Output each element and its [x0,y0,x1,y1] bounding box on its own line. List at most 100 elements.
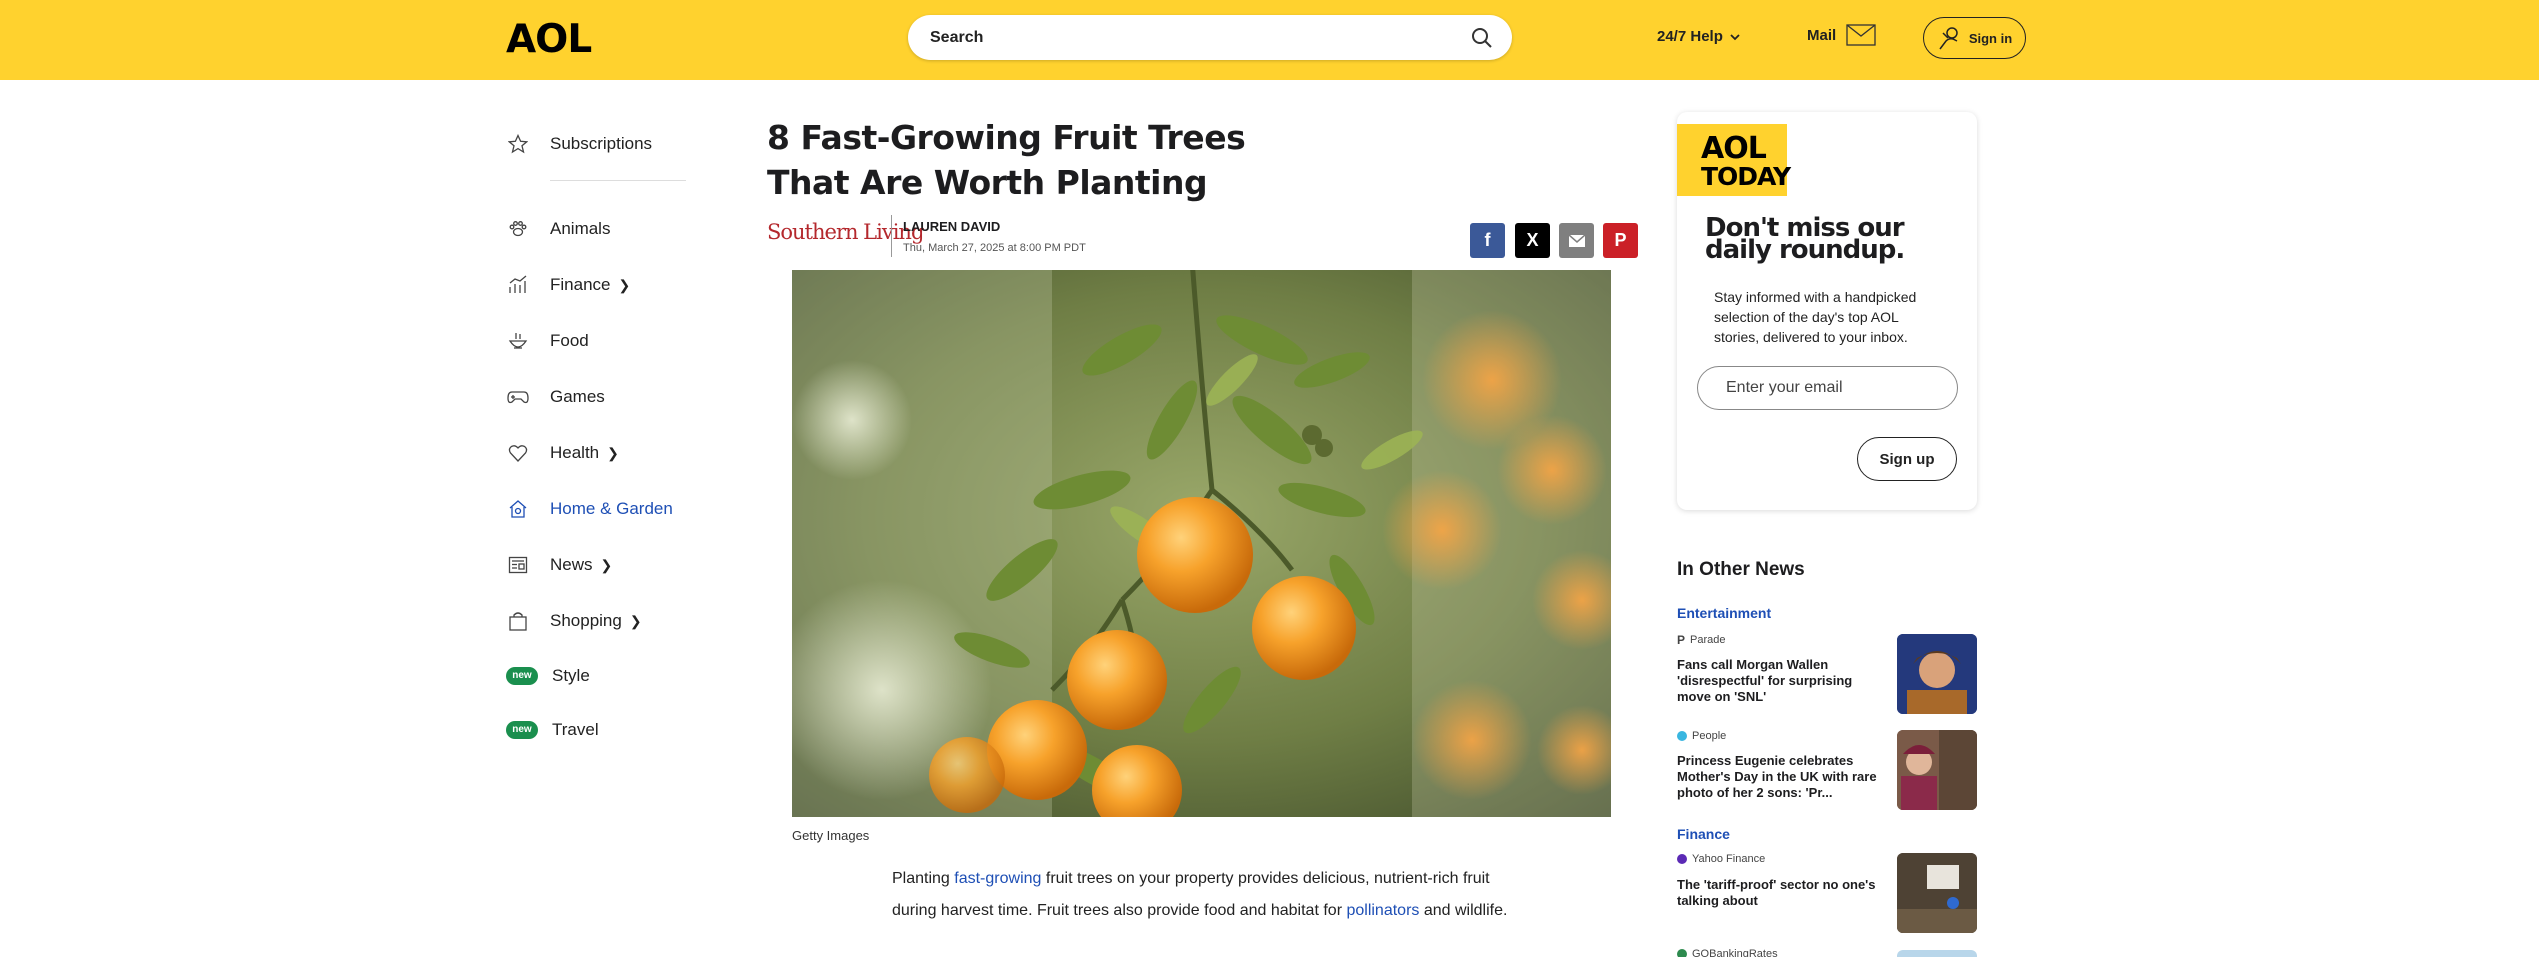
gobankingrates-icon [1677,949,1687,957]
story-thumbnail[interactable] [1897,853,1977,933]
hero-image [792,270,1611,817]
story-thumbnail[interactable] [1897,950,1977,957]
paragraph-text: and wildlife. [1419,902,1508,919]
publish-date: Thu, March 27, 2025 at 8:00 PM PDT [903,242,1086,254]
princess-eugenie-photo [1897,730,1977,810]
story-source: P Parade [1677,633,1726,647]
envelope-icon [1846,24,1876,46]
story-source: People [1677,730,1726,742]
envelope-icon [1568,234,1585,247]
new-badge: new [506,667,538,685]
email-field[interactable] [1697,366,1958,410]
other-news-title: In Other News [1677,559,1805,580]
newsletter-promo: AOL TODAY Don't miss our daily roundup. … [1677,112,1977,510]
nav-item-shopping[interactable]: Shopping ❯ [506,607,642,635]
user-icon [1939,27,1958,50]
share-pinterest-button[interactable]: P [1603,223,1638,258]
article-paragraph: Planting fast-growing fruit trees on you… [892,863,1532,927]
source-name: Yahoo Finance [1692,853,1766,865]
morgan-wallen-photo [1897,634,1977,714]
nav-label: Food [550,331,589,350]
nav-divider [550,180,686,181]
pollinators-link[interactable]: pollinators [1346,902,1419,919]
nav-item-health[interactable]: Health ❯ [506,439,619,467]
new-badge: new [506,721,538,739]
nav-label: Games [550,387,605,406]
nav-label: Health [550,443,600,462]
source-name: People [1692,730,1727,742]
share-facebook-button[interactable]: f [1470,223,1505,258]
nav-item-food[interactable]: Food [506,327,589,355]
nav-label: Finance [550,275,611,294]
source-name: Parade [1690,634,1726,646]
pinterest-icon: P [1614,230,1627,250]
author-name: LAUREN DAVID [903,219,1001,234]
story-link[interactable]: The 'tariff-proof' sector no one's talki… [1677,877,1877,909]
search-box[interactable] [908,15,1512,60]
nav-label: Travel [552,720,599,739]
nav-label: Animals [550,219,611,238]
gamepad-icon [506,385,530,409]
paw-icon [506,217,530,241]
x-icon: X [1526,230,1539,250]
nav-item-travel[interactable]: new Travel [506,716,599,744]
yahoo-finance-icon [1677,854,1687,864]
nav-label: Style [552,666,590,685]
sign-in-button[interactable]: Sign in [1923,17,2026,59]
chevron-down-icon [1730,33,1740,40]
logo-text: TODAY [1701,162,1791,191]
mail-link[interactable]: Mail [1807,24,1876,46]
nav-item-animals[interactable]: Animals [506,215,610,243]
nav-item-finance[interactable]: Finance ❯ [506,271,630,299]
nav-item-home-garden[interactable]: Home & Garden [506,495,673,523]
category-finance[interactable]: Finance [1677,826,1730,842]
newspaper-icon [506,553,530,577]
help-menu[interactable]: 24/7 Help [1657,28,1741,45]
people-icon [1677,731,1687,741]
byline-divider [891,215,892,257]
search-input[interactable] [930,26,1450,50]
publisher-logo[interactable]: Southern Living [767,220,924,244]
sign-in-label: Sign in [1968,30,2013,46]
fast-growing-link[interactable]: fast-growing [954,870,1041,887]
nav-item-news[interactable]: News ❯ [506,551,612,579]
nav-label: News [550,555,593,574]
story-source: GOBankingRates [1677,948,1778,957]
chevron-right-icon: ❯ [629,612,642,629]
nav-label: Shopping [550,611,622,630]
promo-text: Stay informed with a handpicked selectio… [1714,289,1917,345]
share-x-button[interactable]: X [1515,223,1550,258]
aol-logo[interactable]: AOL [506,20,592,60]
star-icon [506,132,530,156]
logo-text: AOL [1701,131,1767,166]
nav-item-games[interactable]: Games [506,383,605,411]
mail-label: Mail [1807,26,1837,44]
category-entertainment[interactable]: Entertainment [1677,605,1771,621]
nav-label: Home & Garden [550,499,673,518]
kumquat-tree-photo [792,270,1611,817]
photo-credit: Getty Images [792,828,870,843]
paragraph-text: Planting [892,870,955,887]
chevron-right-icon: ❯ [618,276,631,293]
help-label: 24/7 Help [1657,28,1723,45]
bowl-icon [506,329,530,353]
chevron-right-icon: ❯ [607,444,619,461]
source-name: GOBankingRates [1692,948,1778,957]
story-link[interactable]: Fans call Morgan Wallen 'disrespectful' … [1677,657,1877,705]
nav-label: Subscriptions [550,134,653,153]
sign-up-button[interactable]: Sign up [1857,437,1957,481]
story-thumbnail[interactable] [1897,634,1977,714]
parade-icon: P [1677,633,1686,647]
top-bar: AOL 24/7 Help Mail Sign in [0,0,2539,80]
story-link[interactable]: Princess Eugenie celebrates Mother's Day… [1677,753,1877,801]
nav-item-style[interactable]: new Style [506,662,590,690]
search-icon[interactable] [1470,26,1494,50]
nav-subscriptions[interactable]: Subscriptions [506,130,652,158]
share-email-button[interactable] [1559,223,1594,258]
promo-title: Don't miss our daily roundup. [1705,213,1905,265]
chevron-right-icon: ❯ [600,556,613,573]
bag-icon [506,609,530,633]
aol-today-logo: AOL TODAY [1677,124,1791,196]
heart-icon [506,441,530,465]
story-thumbnail[interactable] [1897,730,1977,810]
